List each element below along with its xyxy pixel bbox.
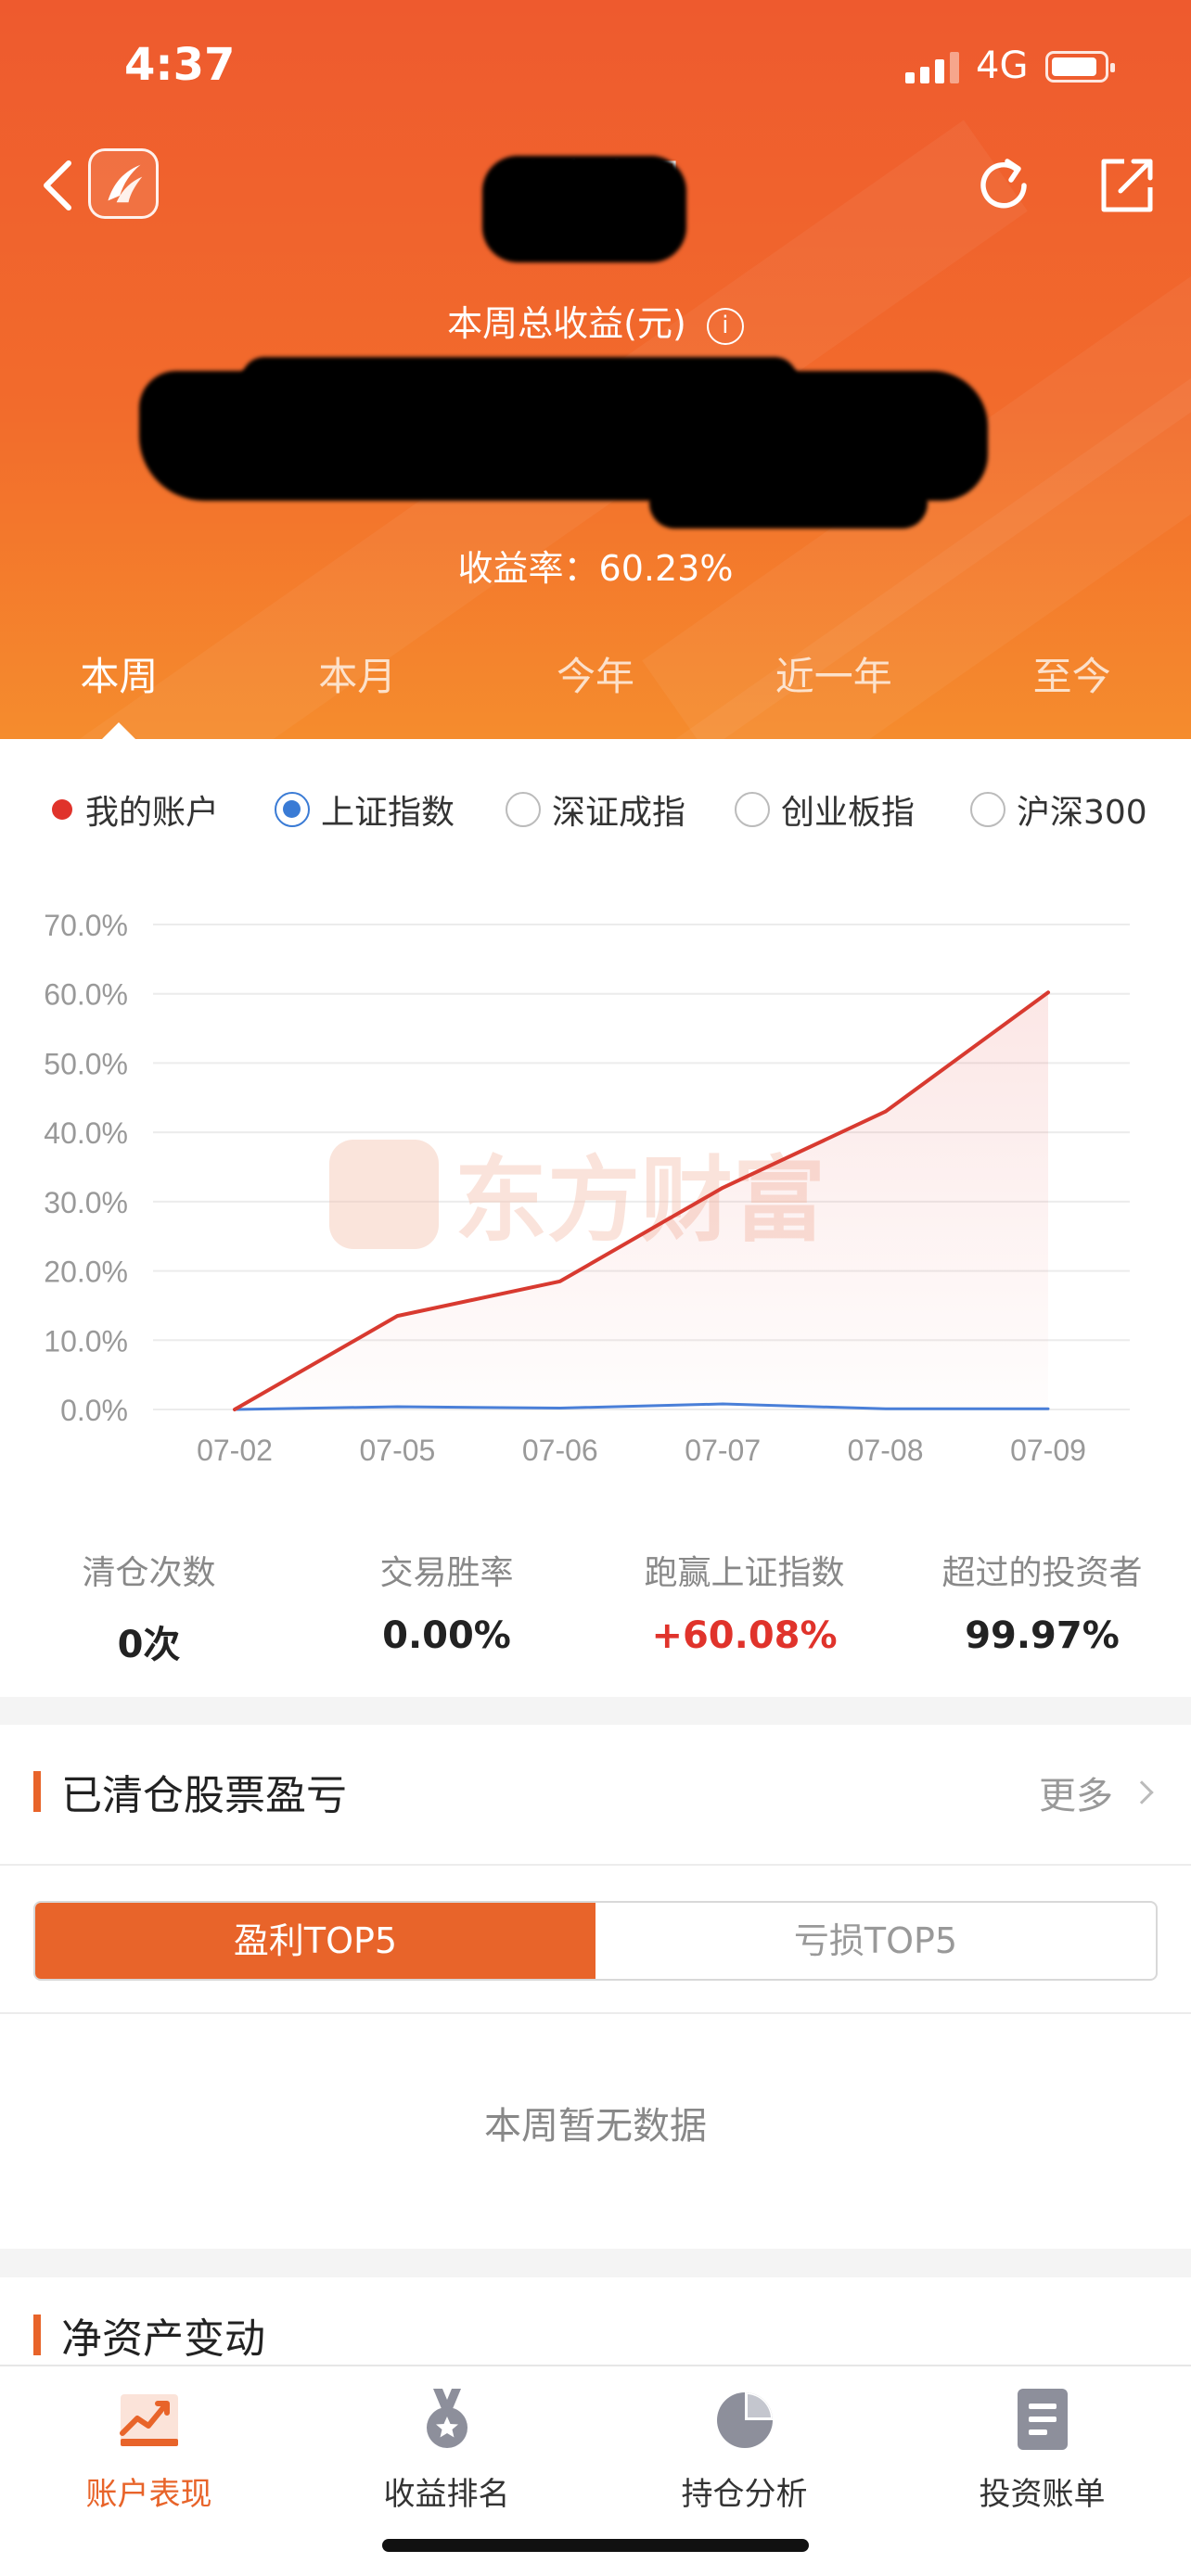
legend-option-szse[interactable]: 深证成指	[506, 785, 685, 834]
x-tick-label: 07-08	[848, 1434, 924, 1467]
divider	[0, 2012, 1191, 2014]
legend-option-label: 创业板指	[781, 794, 916, 832]
status-bar: 4:37 4G	[0, 0, 1191, 134]
stat-label: 清仓次数	[82, 1554, 216, 1592]
tab-account-performance[interactable]: 账户表现	[0, 2366, 298, 2576]
radio-icon[interactable]	[735, 792, 770, 827]
tab-to-date[interactable]: 至今	[953, 640, 1191, 739]
return-rate-label: 收益率：	[457, 548, 599, 589]
radio-icon[interactable]	[506, 792, 541, 827]
signal-icon	[905, 50, 959, 83]
segment-loss-top5[interactable]: 亏损TOP5	[596, 1903, 1156, 1979]
tab-label: 投资账单	[979, 2476, 1106, 2513]
stat-beat-index: 跑赢上证指数 +60.08%	[596, 1546, 893, 1668]
red-dot-icon	[52, 799, 72, 820]
x-tick-label: 07-09	[1010, 1434, 1086, 1467]
legend-my-account: 我的账户	[52, 785, 219, 834]
legend-my-account-label: 我的账户	[85, 794, 220, 832]
more-label: 更多	[1039, 1775, 1113, 1817]
segment-profit-top5[interactable]: 盈利TOP5	[35, 1903, 596, 1979]
stat-label: 跑赢上证指数	[644, 1554, 845, 1592]
x-tick-label: 07-06	[522, 1434, 598, 1467]
home-indicator	[382, 2539, 809, 2552]
y-tick-label: 40.0%	[44, 1116, 128, 1150]
redaction-mark	[649, 478, 928, 529]
total-income-text: 本周总收益(元)	[447, 303, 686, 344]
refresh-icon[interactable]	[972, 154, 1035, 217]
info-icon[interactable]: i	[706, 307, 744, 345]
section-title: 已清仓股票盈亏	[33, 1762, 347, 1821]
watermark-logo-icon	[329, 1140, 439, 1249]
y-tick-label: 60.0%	[44, 978, 128, 1012]
net-asset-card: 净资产变动	[0, 2277, 1191, 2370]
return-line-chart: 0.0% 10.0% 20.0% 30.0% 40.0% 50.0% 60.0% 70.0% 0…	[44, 909, 1130, 1467]
more-link[interactable]: 更多	[1039, 1766, 1154, 1819]
stat-beat-investors: 超过的投资者 99.97%	[893, 1546, 1191, 1668]
legend-option-label: 上证指数	[321, 794, 455, 832]
x-tick-label: 07-05	[359, 1434, 435, 1467]
stat-value: 0.00%	[382, 1614, 511, 1657]
stat-clear-count: 清仓次数 0次	[0, 1546, 298, 1668]
trend-chart-icon	[119, 2394, 178, 2446]
y-tick-label: 50.0%	[44, 1047, 128, 1080]
legend-option-csi300[interactable]: 沪深300	[970, 785, 1147, 834]
pie-chart-icon	[716, 2392, 773, 2448]
chart-legend: 我的账户 上证指数 深证成指 创业板指 沪深300	[0, 785, 1191, 841]
header: 4:37 4G 账户表现 本周总收益(元)i	[0, 0, 1191, 739]
tab-label: 持仓分析	[681, 2476, 808, 2513]
y-tick-label: 70.0%	[44, 909, 128, 942]
profit-loss-segmented-control: 盈利TOP5 亏损TOP5	[33, 1901, 1158, 1981]
return-rate-value: 60.23%	[598, 548, 734, 589]
x-tick-label: 07-07	[685, 1434, 761, 1467]
tab-label: 收益排名	[383, 2476, 510, 2513]
redaction-mark	[482, 156, 686, 262]
cleared-stocks-card: 已清仓股票盈亏 更多 盈利TOP5 亏损TOP5 本周暂无数据	[0, 1725, 1191, 2249]
stat-value: 99.97%	[965, 1614, 1120, 1657]
return-rate: 收益率：60.23%	[0, 540, 1191, 591]
legend-option-chinext[interactable]: 创业板指	[735, 785, 915, 834]
tab-this-year[interactable]: 今年	[477, 640, 715, 739]
chevron-right-icon	[1130, 1780, 1154, 1804]
legend-option-label: 沪深300	[1017, 794, 1147, 832]
legend-option-label: 深证成指	[552, 794, 686, 832]
share-icon[interactable]	[1096, 156, 1156, 215]
y-tick-label: 20.0%	[44, 1256, 128, 1289]
tab-last-year[interactable]: 近一年	[714, 640, 953, 739]
bill-icon	[1017, 2389, 1068, 2450]
y-tick-label: 0.0%	[60, 1394, 128, 1427]
stat-value: 0次	[117, 1624, 181, 1666]
y-tick-label: 30.0%	[44, 1186, 128, 1219]
medal-icon	[426, 2389, 467, 2448]
tab-this-month[interactable]: 本月	[238, 640, 477, 739]
stat-label: 交易胜率	[379, 1554, 514, 1592]
radio-checked-icon[interactable]	[275, 792, 310, 827]
stat-win-rate: 交易胜率 0.00%	[298, 1546, 596, 1668]
network-label: 4G	[976, 45, 1029, 87]
divider	[0, 1864, 1191, 1866]
tab-this-week[interactable]: 本周	[0, 640, 238, 739]
tab-investment-bill[interactable]: 投资账单	[893, 2366, 1191, 2576]
battery-icon	[1045, 51, 1115, 83]
stat-value: +60.08%	[651, 1614, 838, 1657]
empty-state-text: 本周暂无数据	[484, 2105, 707, 2148]
legend-option-sse[interactable]: 上证指数	[275, 785, 455, 834]
stats-row: 清仓次数 0次 交易胜率 0.00% 跑赢上证指数 +60.08% 超过的投资者…	[0, 1546, 1191, 1668]
radio-icon[interactable]	[970, 792, 1005, 827]
y-tick-label: 10.0%	[44, 1324, 128, 1358]
performance-card: 我的账户 上证指数 深证成指 创业板指 沪深300 0.0% 10.0% 20.0%…	[0, 739, 1191, 1697]
x-tick-label: 07-02	[197, 1434, 273, 1467]
period-tabs: 本周 本月 今年 近一年 至今	[0, 640, 1191, 739]
status-time: 4:37	[124, 39, 236, 91]
total-income-label: 本周总收益(元) i	[0, 295, 1191, 346]
tab-label: 账户表现	[85, 2476, 212, 2513]
stat-label: 超过的投资者	[941, 1554, 1143, 1592]
section-title: 净资产变动	[33, 2305, 265, 2365]
